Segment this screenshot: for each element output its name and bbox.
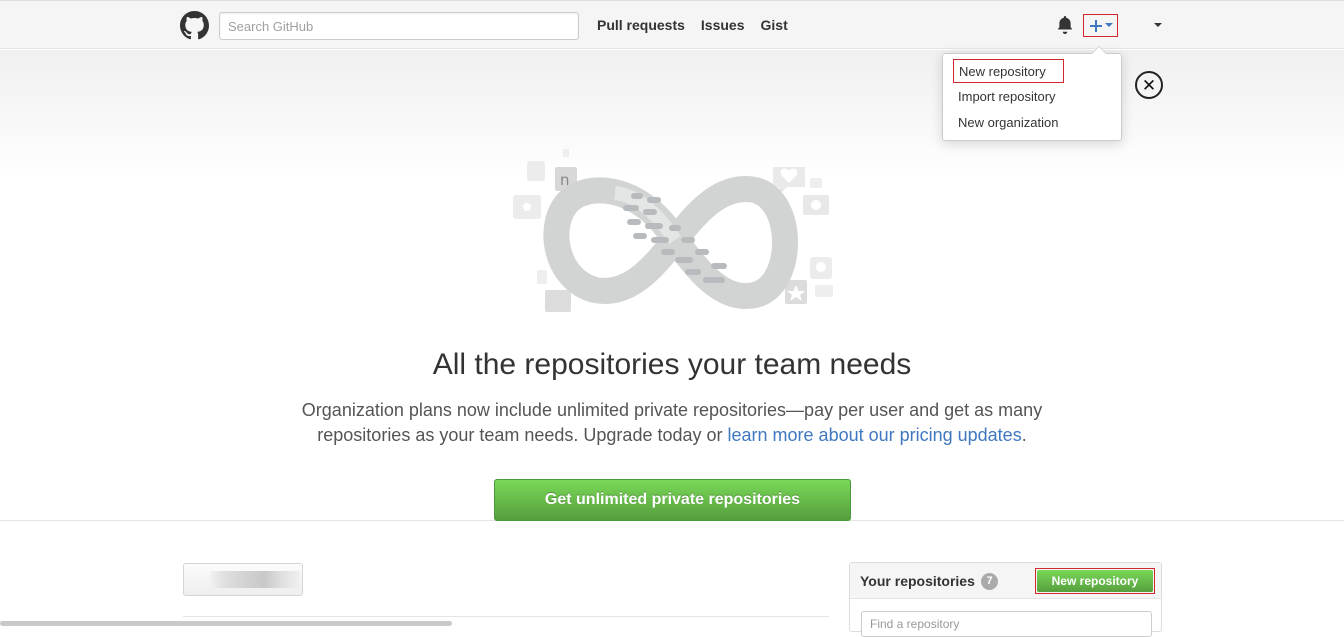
repositories-panel-header: Your repositories 7 New repository (850, 563, 1161, 599)
hero-text-line2: repositories as your team needs. Upgrade… (317, 425, 728, 445)
dropdown-new-repository[interactable]: New repository (953, 59, 1064, 83)
create-new-dropdown: New repository Import repository New org… (942, 46, 1122, 141)
github-logo-icon[interactable] (180, 11, 209, 40)
nav-pull-requests[interactable]: Pull requests (597, 17, 685, 33)
user-menu-caret-icon[interactable] (1154, 23, 1162, 27)
new-repository-button-label: New repository (1037, 570, 1153, 592)
nav-gist[interactable]: Gist (761, 17, 788, 33)
hero-text-line1: Organization plans now include unlimited… (301, 400, 1043, 420)
repositories-title: Your repositories (860, 573, 975, 589)
your-repositories-panel: Your repositories 7 New repository (849, 562, 1162, 637)
account-switcher-button[interactable] (183, 563, 303, 596)
repositories-infinity-illustration: n (513, 149, 833, 312)
feed-divider (183, 616, 829, 617)
account-name-blurred (210, 571, 300, 588)
pricing-updates-link[interactable]: learn more about our pricing updates (728, 425, 1022, 445)
close-icon[interactable]: ✕ (1135, 71, 1163, 99)
nav-issues[interactable]: Issues (701, 17, 745, 33)
header-nav: Pull requests Issues Gist (597, 17, 788, 33)
create-new-button[interactable] (1083, 14, 1118, 37)
horizontal-scrollbar[interactable] (0, 621, 452, 626)
hero-title: All the repositories your team needs (432, 348, 912, 381)
hero-description: Organization plans now include unlimited… (297, 398, 1047, 448)
dropdown-import-repository[interactable]: Import repository (958, 89, 1056, 104)
find-repository-input[interactable] (861, 611, 1152, 637)
hero-text-end: . (1021, 425, 1027, 445)
top-header: Pull requests Issues Gist (0, 0, 1344, 49)
upgrade-hero: n All the repositories your team needs O… (0, 50, 1344, 521)
bell-icon[interactable] (1057, 16, 1073, 34)
caret-down-icon (1104, 23, 1113, 27)
dropdown-new-organization[interactable]: New organization (958, 115, 1058, 130)
new-repository-button[interactable]: New repository (1035, 568, 1155, 594)
search-input[interactable] (219, 12, 579, 40)
get-unlimited-private-repos-button[interactable]: Get unlimited private repositories (494, 479, 851, 521)
plus-icon (1089, 19, 1102, 32)
repositories-count-badge: 7 (981, 573, 998, 590)
